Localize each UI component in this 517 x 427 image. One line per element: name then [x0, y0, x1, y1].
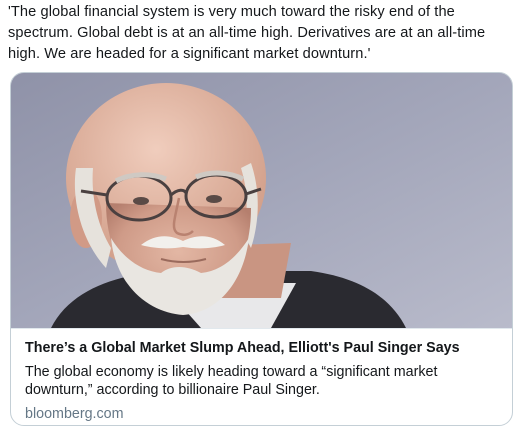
card-domain[interactable]: bloomberg.com — [25, 405, 500, 423]
tweet-text: 'The global financial system is very muc… — [8, 4, 486, 62]
card-description: The global economy is likely heading tow… — [25, 364, 438, 398]
card-image[interactable] — [11, 73, 512, 328]
card-body: There’s a Global Market Slump Ahead, Ell… — [11, 328, 512, 423]
portrait-photo-icon — [11, 73, 512, 328]
link-card[interactable]: There’s a Global Market Slump Ahead, Ell… — [10, 72, 513, 426]
card-title[interactable]: There’s a Global Market Slump Ahead, Ell… — [25, 339, 500, 358]
